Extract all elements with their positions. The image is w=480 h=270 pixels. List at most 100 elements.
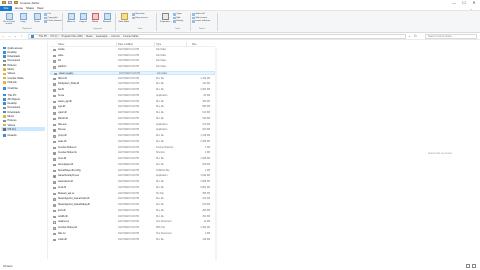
breadcrumb-item[interactable]: Steam: [86, 35, 93, 38]
file-row[interactable]: hl.exe 10/27/2020 6:18 PM Application 84 KB: [50, 94, 215, 98]
breadcrumb-item[interactable]: Counter-Strike: [123, 35, 138, 38]
file-row[interactable]: Counter-Strike.url 10/27/2020 6:18 PM Inte…: [50, 146, 215, 150]
nav-item-label: OS (C:): [7, 127, 16, 131]
search-input[interactable]: Search Counter-Strike: [425, 34, 477, 39]
file-row[interactable]: steam_api.dll 10/27/2020 6:18 PM DLL file 1…: [50, 100, 215, 104]
file-row[interactable]: Core.dll 10/27/2020 6:18 PM DLL file 1,008 …: [50, 157, 215, 161]
paste-button[interactable]: Paste: [29, 13, 45, 23]
file-row[interactable]: vgui.dll 10/27/2020 6:18 PM DLL file 586 KB: [50, 106, 215, 110]
file-row[interactable]: demoplayer.dll 10/27/2020 6:18 PM DLL file…: [50, 163, 215, 167]
file-name: FileSystem_Stdio.dll: [58, 83, 80, 86]
details-view-icon[interactable]: [466, 264, 470, 268]
file-row[interactable]: SDL2.dll 10/27/2020 6:18 PM DLL file 1,124 …: [50, 77, 215, 81]
rename-button[interactable]: Rename: [99, 13, 115, 23]
file-row[interactable]: readme.txt 10/27/2020 6:18 PM Text Documen…: [50, 221, 215, 225]
new-folder-button[interactable]: New folder: [116, 13, 132, 23]
breadcrumb-item[interactable]: Program Files (x86): [62, 35, 83, 38]
column-name-header[interactable]: Name: [58, 43, 64, 46]
properties-icon[interactable]: [8, 1, 12, 4]
file-row[interactable]: swds.dll 10/27/2020 6:18 PM DLL file 2,256 …: [50, 140, 215, 144]
invert-selection-button[interactable]: Invert selection: [192, 20, 210, 23]
file-row[interactable]: steamclient.dll 10/27/2020 6:18 PM DLL fil…: [50, 180, 215, 184]
new-item-button[interactable]: New item: [132, 13, 148, 16]
forward-arrow-icon[interactable]: →: [7, 34, 12, 39]
file-name: SDL2.dll: [58, 77, 67, 80]
file-row[interactable]: DemoPlayer.dll.config 10/27/2020 6:18 PM C…: [50, 169, 215, 173]
file-row[interactable]: SteamAppList_GameDialog.dll 10/27/2020 6:…: [50, 203, 215, 207]
new-folder-icon[interactable]: [14, 1, 18, 4]
breadcrumb-item[interactable]: This PC: [39, 35, 48, 38]
file-name: steam_legacy: [59, 72, 74, 75]
file-row[interactable]: valve 10/27/2020 6:21 PM File folder: [50, 54, 215, 58]
folder-icon: [3, 110, 6, 114]
properties-button[interactable]: Properties: [157, 13, 173, 23]
edit-button[interactable]: Edit: [173, 16, 183, 19]
cut-button[interactable]: Cut: [44, 13, 61, 16]
nav-item[interactable]: Half-Life: [3, 80, 17, 84]
new-item-label: New item: [135, 13, 145, 16]
back-arrow-icon[interactable]: ←: [1, 34, 6, 39]
file-row[interactable]: hlds.exe 10/27/2020 6:18 PM Application 372…: [50, 123, 215, 127]
open-button[interactable]: Open: [173, 13, 183, 16]
nav-item[interactable]: OS (C:): [1, 127, 45, 132]
refresh-icon[interactable]: ↻: [413, 34, 418, 39]
window-title: Counter-Strike: [20, 1, 40, 5]
dll-icon: [53, 204, 56, 207]
nav-item[interactable]: Network: [3, 134, 17, 138]
file-size: 586 KB: [202, 106, 210, 109]
file-row[interactable]: Counter-Strike.lnk 10/27/2020 6:18 PM Shor…: [50, 152, 215, 156]
up-arrow-icon[interactable]: ↑: [19, 34, 24, 39]
large-icons-view-icon[interactable]: [472, 264, 476, 268]
breadcrumb[interactable]: › This PC › OS (C:) › Program Files (x86…: [28, 34, 406, 39]
file-row[interactable]: GameOverlayUI.exe 10/27/2020 6:18 PM Appli…: [50, 175, 215, 179]
dropdown-icon[interactable]: ⌄: [407, 34, 412, 39]
file-type: DLL file: [156, 135, 164, 138]
file-name: vstdlib.dll: [58, 215, 68, 218]
file-row[interactable]: icudt.dll 10/27/2020 6:18 PM DLL file 9,804…: [50, 186, 215, 190]
file-date: 10/27/2020 6:18 PM: [118, 135, 139, 138]
file-row[interactable]: hw.dll 10/27/2020 6:18 PM DLL file 3,304 KB: [50, 88, 215, 92]
file-row[interactable]: hltv.exe 10/27/2020 6:18 PM Application 260…: [50, 129, 215, 133]
copy-path-button[interactable]: Copy path: [44, 16, 61, 19]
select-all-button[interactable]: Select all: [192, 13, 210, 16]
file-row[interactable]: steam_legacy 10/27/2020 6:20 PM File folde…: [50, 71, 215, 76]
paste-icon: [33, 13, 41, 20]
easy-access-button[interactable]: Easy access: [132, 16, 148, 19]
dll-icon: [53, 181, 56, 184]
file-row[interactable]: platform 10/27/2020 6:20 PM File folder: [50, 65, 215, 69]
paste-shortcut-button[interactable]: Paste shortcut: [44, 20, 61, 23]
file-size: 9,804 KB: [200, 186, 210, 189]
file-date: 10/27/2020 6:18 PM: [118, 89, 139, 92]
select-none-button[interactable]: Select none: [192, 16, 210, 19]
dll-icon: [53, 100, 56, 104]
file-row[interactable]: vgui2.dll 10/27/2020 6:18 PM DLL file 610 K…: [50, 111, 215, 115]
column-type-header[interactable]: Type: [156, 43, 161, 46]
history-button[interactable]: History: [173, 20, 183, 23]
file-name: hlds.exe: [58, 123, 67, 126]
file-date: 10/27/2020 6:18 PM: [118, 232, 139, 235]
file-row[interactable]: SteamAppList_GameCrash.dll 10/27/2020 6:1…: [50, 198, 215, 202]
file-row[interactable]: bin 10/27/2020 6:20 PM File folder: [50, 60, 215, 64]
file-row[interactable]: FileSystem_Stdio.dll 10/27/2020 6:18 PM DL…: [50, 83, 215, 87]
file-row[interactable]: tier0.dll 10/27/2020 6:18 PM DLL file 296 K…: [50, 209, 215, 213]
file-row[interactable]: proxy.dll 10/27/2020 6:18 PM DLL file 1,128…: [50, 134, 215, 138]
column-size-header[interactable]: Size: [192, 43, 197, 46]
breadcrumb-item[interactable]: common: [111, 35, 120, 38]
file-row[interactable]: cstrike 10/27/2020 6:21 PM File folder: [50, 48, 215, 52]
recent-locations-icon[interactable]: ⌄: [13, 34, 18, 39]
file-type: File folder: [156, 48, 167, 51]
file-row[interactable]: Mss32.dll 10/27/2020 6:18 PM DLL file 340 K…: [50, 117, 215, 121]
breadcrumb-item[interactable]: steamapps: [96, 35, 108, 38]
status-bar: 34 items: [0, 262, 480, 270]
file-row[interactable]: libsteam_api.so 10/27/2020 6:18 PM SO File…: [50, 192, 215, 196]
file-row[interactable]: Counter-Strike.pdf 10/27/2020 6:18 PM PDF …: [50, 226, 215, 230]
vertical-scrollbar[interactable]: [215, 47, 217, 260]
column-date-header[interactable]: Date modified: [118, 43, 133, 46]
file-row[interactable]: crash.dll 10/27/2020 6:18 PM DLL file 148 K…: [50, 238, 215, 242]
easy-access-icon: [132, 16, 135, 19]
breadcrumb-item[interactable]: OS (C:): [50, 35, 58, 38]
file-row[interactable]: hlds.txt 10/27/2020 6:18 PM Text Document 2…: [50, 232, 215, 236]
file-row[interactable]: vstdlib.dll 10/27/2020 6:18 PM DLL file 452…: [50, 215, 215, 219]
file-type: DLL file: [156, 198, 164, 201]
nav-item[interactable]: OneDrive: [3, 87, 18, 91]
